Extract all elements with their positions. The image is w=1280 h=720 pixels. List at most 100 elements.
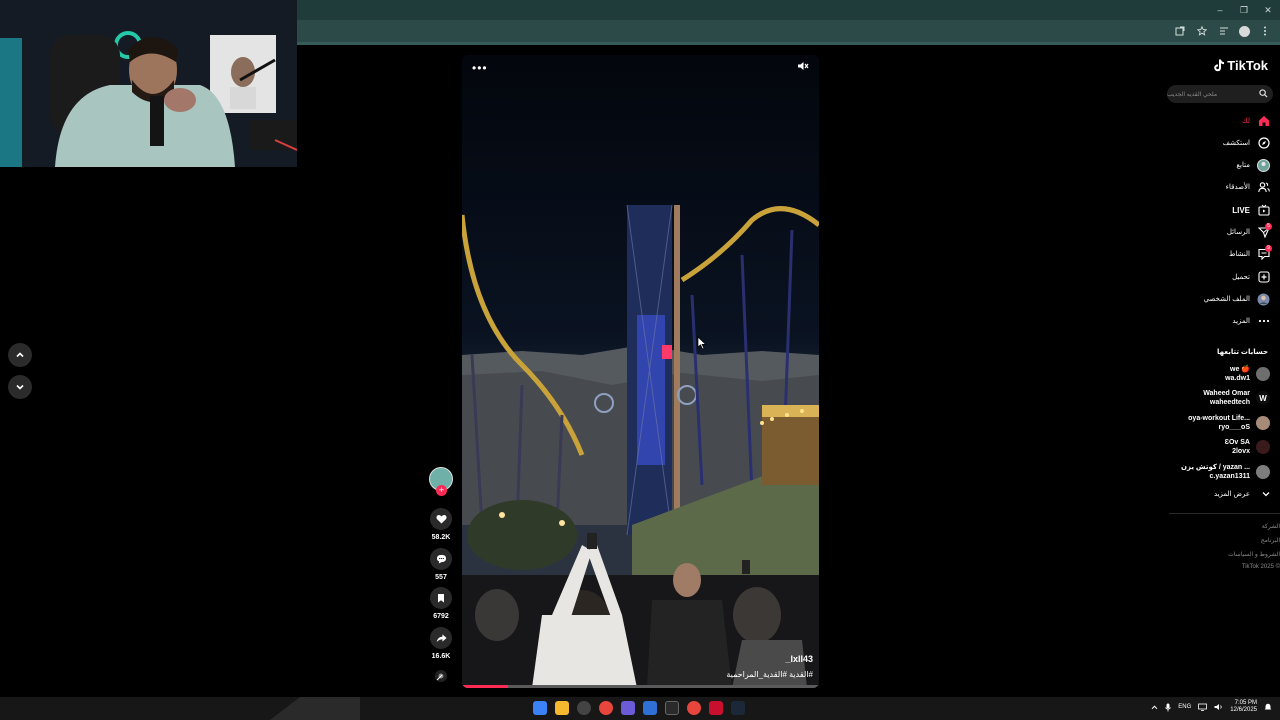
chrome-alt-icon[interactable] [687, 701, 701, 715]
compass-icon [1257, 137, 1270, 150]
share-button[interactable] [430, 627, 452, 649]
chevron-up-icon[interactable] [1151, 705, 1158, 710]
following-account[interactable]: oya-workout Life... ryo___oS [1188, 413, 1270, 433]
video-hashtags[interactable]: #القدية #القدية_المراحمية [726, 670, 813, 679]
save-button[interactable] [430, 587, 452, 609]
sidebar-item-following[interactable]: متابع [1236, 157, 1270, 173]
account-name: we 🍎 [1230, 366, 1250, 373]
sidebar-item-live[interactable]: LIVE [1232, 202, 1270, 218]
sidebar-item-more[interactable]: المزيد [1232, 313, 1270, 329]
comment-button[interactable] [430, 548, 452, 570]
footer-link-program[interactable]: البرنامج [1261, 537, 1280, 544]
like-action[interactable]: 58.2K [426, 508, 456, 541]
steam-icon[interactable] [731, 701, 745, 715]
reading-list-icon[interactable] [1217, 24, 1231, 38]
minimize-button[interactable]: – [1208, 0, 1232, 20]
follow-plus-icon[interactable]: + [436, 485, 447, 496]
live-icon [1257, 204, 1270, 217]
video-more-options-button[interactable]: ••• [472, 61, 488, 75]
sidebar-item-label: المزيد [1232, 318, 1250, 325]
avatar [1256, 465, 1270, 479]
search-input[interactable]: ملحي القديه الجديب [1167, 85, 1273, 103]
bookmark-star-icon[interactable] [1195, 24, 1209, 38]
sidebar-item-messages[interactable]: الرسائل 5 [1226, 222, 1272, 240]
chrome-icon[interactable] [599, 701, 613, 715]
sidebar-item-label: متابع [1236, 162, 1250, 169]
following-account[interactable]: we 🍎 wa.dw1 [1225, 364, 1270, 384]
share-arrow-icon [436, 634, 447, 643]
search-icon[interactable] [1259, 89, 1268, 98]
app-icon[interactable] [643, 701, 657, 715]
volume-icon[interactable] [1214, 703, 1223, 711]
sidebar-item-label: لك [1241, 118, 1250, 125]
sidebar-item-activity[interactable]: النشاط 9 [1228, 244, 1272, 262]
video-player[interactable]: ••• _lxll43 #القدية #القدية_المراحمية [462, 55, 819, 688]
comment-action[interactable]: 557 [426, 548, 456, 581]
like-button[interactable] [430, 508, 452, 530]
account-handle: waheedtech [1209, 399, 1250, 406]
taskbar-wallpaper-strip [270, 697, 360, 720]
sidebar-item-label: استكشف [1222, 140, 1250, 147]
account-handle: 2lovx [1232, 448, 1250, 455]
comment-count: 557 [435, 574, 447, 581]
app-red-icon[interactable] [709, 701, 723, 715]
chevron-down-icon [1262, 492, 1270, 497]
windows-taskbar: ENG 7:05 PM 12/6/2025 [0, 697, 1280, 720]
save-action[interactable]: 6792 [426, 587, 456, 620]
video-frame-rollercoaster [462, 55, 819, 688]
restore-button[interactable]: ❐ [1232, 0, 1256, 20]
creator-avatar-button[interactable]: + [426, 467, 456, 496]
video-username[interactable]: _lxll43 [785, 654, 813, 664]
language-indicator[interactable]: ENG [1178, 704, 1191, 710]
install-app-icon[interactable] [1173, 24, 1187, 38]
toolbar-divider [297, 42, 1280, 45]
sidebar-item-label: تحميل [1232, 274, 1250, 281]
sidebar-item-label: LIVE [1232, 205, 1250, 215]
network-icon[interactable] [1198, 703, 1208, 711]
video-progress-fill [462, 685, 509, 688]
following-account[interactable]: Waheed Omar waheedtech W [1203, 388, 1270, 408]
mute-button[interactable] [797, 61, 809, 74]
microphone-icon[interactable] [1165, 703, 1172, 712]
like-count: 58.2K [431, 534, 451, 541]
notification-bell-icon[interactable] [1264, 703, 1272, 711]
friends-icon [1257, 181, 1270, 194]
following-account[interactable]: كوتش يزن / yazan ... c.yazan1311 [1181, 462, 1270, 482]
profile-avatar-icon[interactable] [1239, 25, 1250, 37]
share-action[interactable]: 16.6K [426, 627, 456, 660]
avatar: W [1256, 391, 1270, 405]
footer-link-company[interactable]: الشركة [1262, 523, 1280, 530]
clock-time: 7:05 PM [1234, 700, 1257, 706]
messages-badge: 5 [1265, 222, 1272, 230]
volume-muted-icon [798, 62, 809, 70]
obs-icon[interactable] [665, 701, 679, 715]
sidebar-item-friends[interactable]: الأصدقاء [1226, 179, 1270, 195]
webcam-overlay [0, 0, 297, 167]
sidebar-item-label: النشاط [1228, 251, 1250, 258]
account-name: Waheed Omar [1203, 390, 1250, 397]
browser-menu-icon[interactable] [1258, 24, 1272, 38]
start-windows-icon[interactable] [533, 701, 547, 715]
activity-badge: 9 [1265, 244, 1272, 252]
sidebar-item-label: الرسائل [1226, 229, 1250, 236]
settings-gear-icon[interactable] [577, 701, 591, 715]
footer-link-terms[interactable]: الشروط و السياسات [1228, 551, 1280, 558]
close-window-button[interactable]: ✕ [1256, 0, 1280, 20]
see-more-button[interactable]: عرض المزيد [1214, 490, 1270, 498]
sidebar-item-profile[interactable]: الملف الشخصي [1204, 291, 1270, 307]
next-video-button[interactable] [8, 375, 32, 399]
tiktok-logo[interactable]: TikTok [1213, 58, 1268, 73]
discord-icon[interactable] [621, 701, 635, 715]
file-explorer-icon[interactable] [555, 701, 569, 715]
taskbar-clock[interactable]: 7:05 PM 12/6/2025 [1230, 700, 1257, 714]
following-account[interactable]: ƐOv SA 2lovx [1225, 437, 1270, 457]
sidebar-item-explore[interactable]: استكشف [1223, 135, 1270, 151]
webcam-feed [0, 0, 297, 167]
sidebar-item-upload[interactable]: تحميل [1232, 269, 1270, 285]
video-progress-bar[interactable] [462, 685, 819, 688]
music-disc-button[interactable] [426, 669, 456, 688]
sidebar-item-for-you[interactable]: لك [1242, 113, 1270, 129]
more-icon [1257, 315, 1270, 328]
previous-video-button[interactable] [8, 343, 32, 367]
save-count: 6792 [433, 613, 449, 620]
